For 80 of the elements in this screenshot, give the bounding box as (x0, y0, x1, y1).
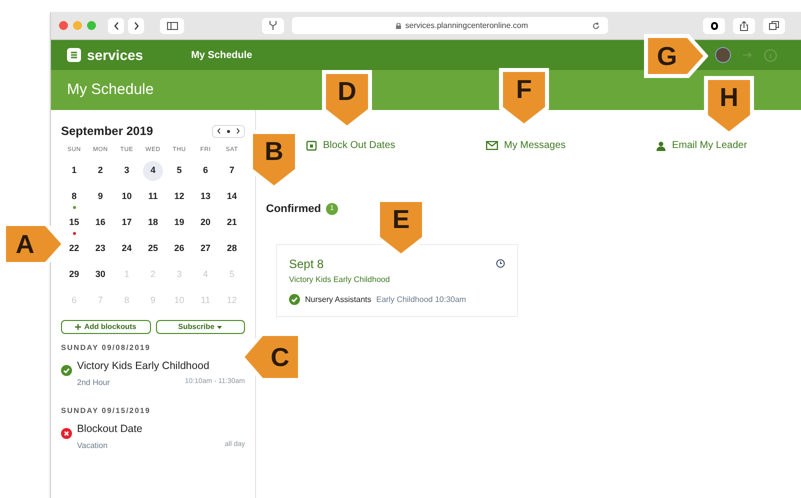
calendar-day[interactable]: 20 (196, 213, 216, 233)
event-title[interactable]: Blockout Date (77, 422, 245, 438)
check-circle-icon (61, 365, 72, 376)
chevron-left-icon[interactable] (217, 128, 221, 134)
card-service: Victory Kids Early Childhood (289, 274, 391, 286)
calendar-day[interactable]: 5 (169, 161, 190, 181)
chevron-left-icon (114, 22, 118, 30)
month-pager[interactable] (212, 124, 245, 138)
calendar-day[interactable]: 28 (222, 239, 242, 259)
callout-marker: G (644, 34, 708, 78)
extension-icon (710, 22, 718, 30)
calendar-icon (306, 140, 317, 151)
page-title: My Schedule (67, 80, 154, 100)
tabs-icon (769, 21, 779, 30)
section-title: Confirmed (266, 202, 321, 217)
schedule-card[interactable]: Sept 8 Victory Kids Early Childhood Nursery Assistants Early Childhood 10:30am (276, 244, 518, 316)
calendar-day[interactable]: 30 (90, 265, 110, 285)
card-position: Nursery Assistants (305, 294, 372, 306)
list-icon (67, 48, 81, 62)
calendar-day[interactable]: 29 (64, 265, 84, 285)
sidebar-button[interactable] (160, 18, 184, 34)
calendar-day[interactable]: 12 (169, 187, 190, 207)
action-link[interactable]: My Messages (486, 138, 656, 153)
calendar-day[interactable]: 13 (196, 187, 216, 207)
calendar-day[interactable]: 8 (64, 187, 84, 207)
plus-icon (75, 324, 82, 330)
card-date: Sept 8 (289, 256, 324, 272)
event-subtitle: 2nd Hour (77, 377, 110, 389)
calendar-day[interactable]: 9 (90, 187, 110, 207)
forward-button[interactable] (128, 18, 144, 34)
calendar-day[interactable]: 19 (169, 213, 190, 233)
calendar-day[interactable]: 22 (64, 239, 84, 259)
calendar-day[interactable]: 24 (116, 239, 137, 259)
chevron-right-icon (134, 22, 138, 30)
calendar-day[interactable]: 27 (196, 239, 216, 259)
address-bar[interactable]: services.planningcenteronline.com (292, 17, 608, 34)
calendar-day[interactable]: 10 (116, 187, 137, 207)
extension-button[interactable] (703, 18, 725, 34)
calendar-day[interactable]: 16 (90, 213, 110, 233)
url-text: services.planningcenteronline.com (405, 20, 528, 32)
close-icon[interactable] (59, 21, 68, 30)
calendar-day[interactable]: 15 (64, 213, 84, 233)
person-icon (656, 140, 666, 150)
share-icon (740, 20, 748, 30)
calendar-day[interactable]: 1 (64, 161, 84, 181)
calendar-day[interactable]: 23 (90, 239, 110, 259)
calendar-day[interactable]: 4 (142, 161, 163, 181)
share-button[interactable] (733, 18, 755, 34)
lock-icon (396, 22, 402, 28)
calendar-day[interactable]: 7 (222, 161, 242, 181)
chevron-right-icon[interactable] (236, 128, 240, 134)
cross-circle-icon (61, 428, 72, 440)
tabs-button[interactable] (763, 18, 785, 34)
calendar-day[interactable]: 6 (196, 161, 216, 181)
calendar-day[interactable]: 26 (169, 239, 190, 259)
card-team: Early Childhood 10:30am (376, 294, 466, 306)
calendar-day[interactable]: 14 (222, 187, 242, 207)
app-name[interactable]: services (87, 44, 144, 66)
tab-button[interactable] (262, 18, 284, 34)
caret-icon (217, 326, 222, 328)
calendar-day[interactable]: 21 (222, 213, 242, 233)
nav-link[interactable]: My Schedule (191, 48, 252, 62)
event-subtitle: Vacation (77, 440, 108, 452)
calendar-day[interactable]: 25 (142, 239, 163, 259)
back-button[interactable] (108, 18, 124, 34)
reload-icon[interactable] (592, 22, 600, 30)
check-circle-icon (289, 294, 300, 305)
month-title: September 2019 (61, 123, 154, 140)
avatar-icon[interactable] (715, 47, 731, 63)
action-link[interactable]: Email My Leader (656, 138, 748, 153)
fork-icon (269, 21, 277, 30)
calendar-day[interactable]: 11 (142, 187, 163, 207)
action-link[interactable]: Block Out Dates (306, 138, 486, 153)
calendar-day[interactable]: 17 (116, 213, 137, 233)
calendar-day[interactable]: 2 (90, 161, 110, 181)
calendar-day[interactable]: 3 (116, 161, 137, 181)
sidebar-icon (166, 22, 178, 30)
calendar-day[interactable]: 18 (142, 213, 163, 233)
mail-icon (486, 141, 498, 150)
clock-icon (496, 259, 505, 268)
